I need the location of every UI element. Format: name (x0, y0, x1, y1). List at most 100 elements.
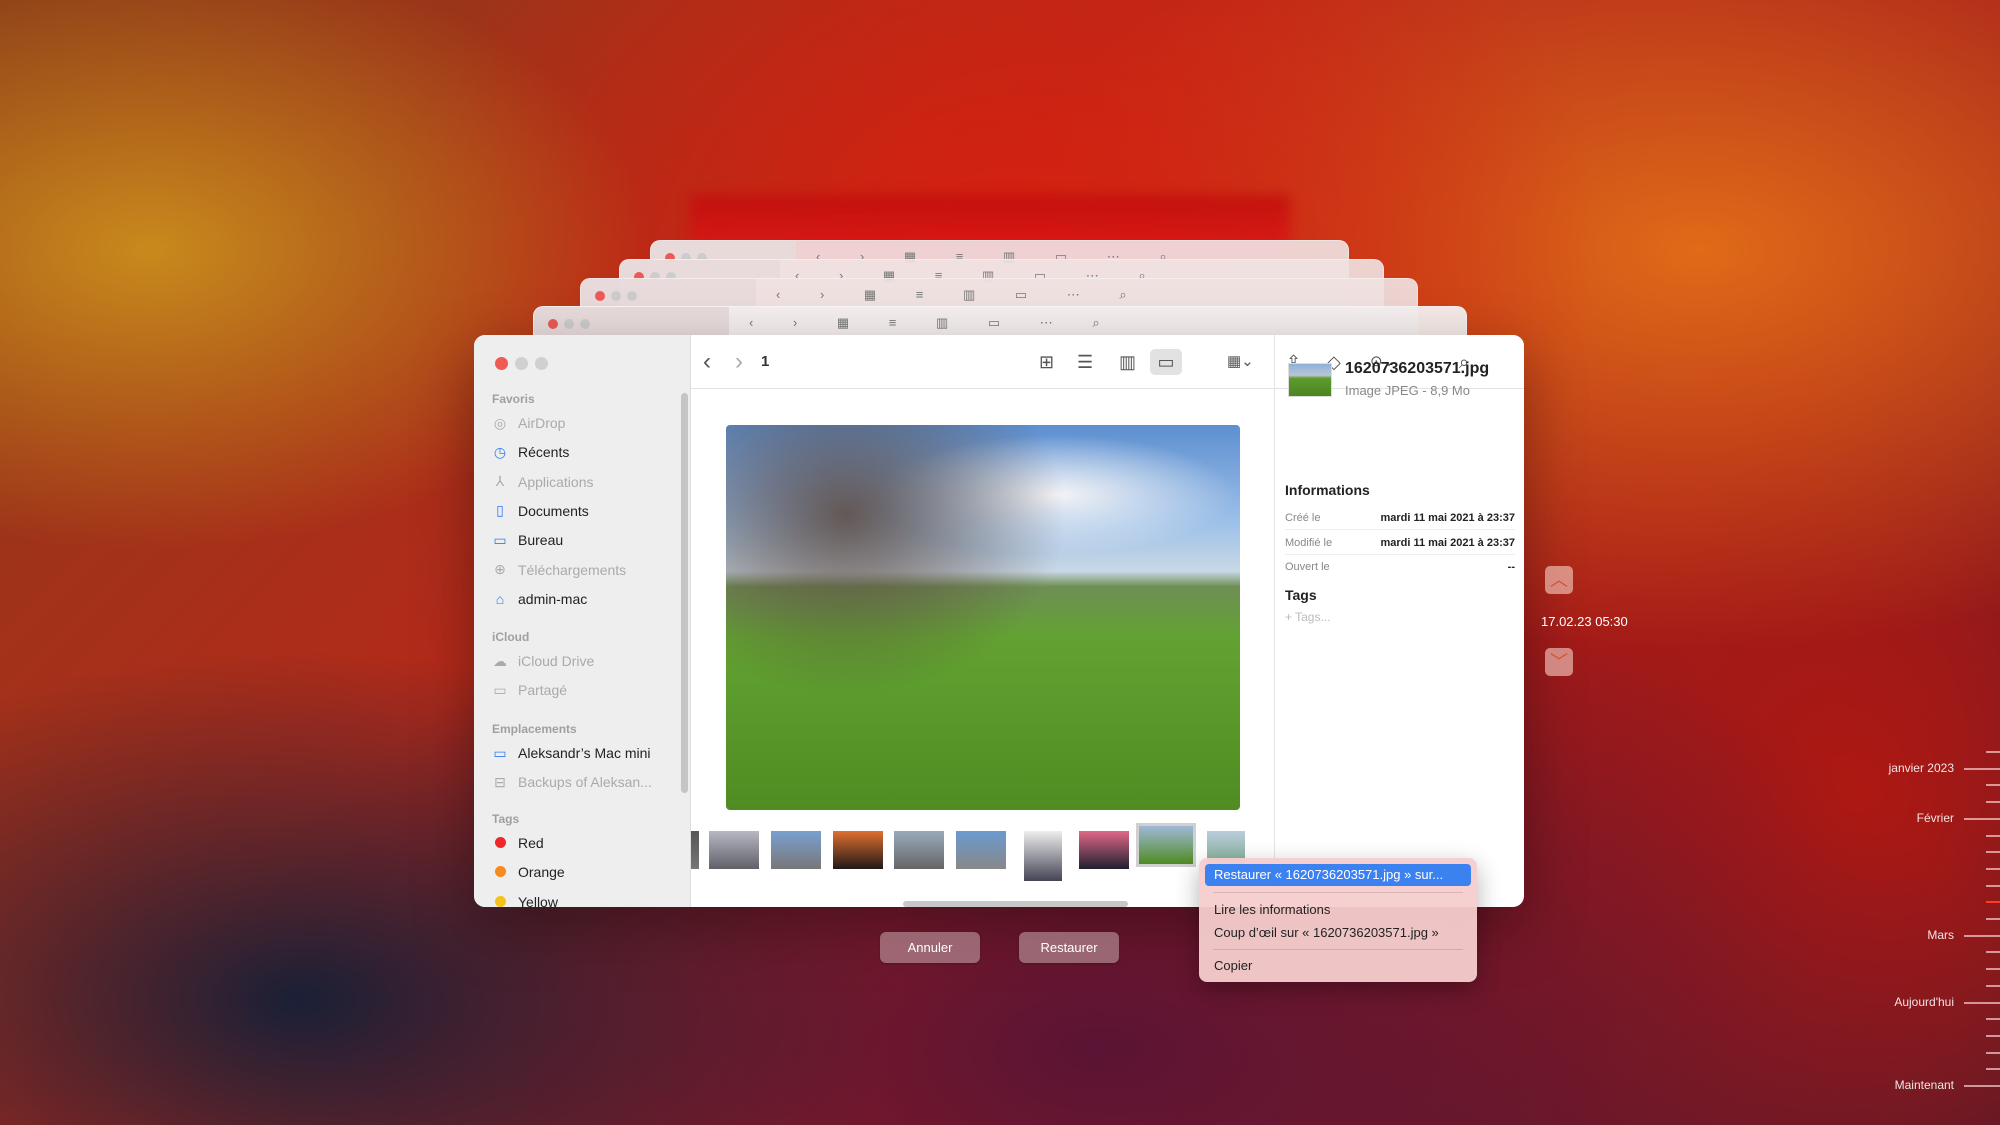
column-view-icon[interactable]: ▥ (1119, 349, 1136, 375)
sidebar-item-red[interactable]: Red (492, 831, 544, 855)
sidebar-item-r-cents[interactable]: ◷ Récents (492, 440, 569, 464)
document-icon: ▯ (496, 502, 504, 519)
menu-item-restore[interactable]: Restaurer « 1620736203571.jpg » sur... (1205, 864, 1471, 886)
timeline-label[interactable]: Aujourd'hui (1894, 995, 1954, 1009)
sidebar-item-partag-[interactable]: ▭ Partagé (492, 678, 567, 702)
gallery-view-icon[interactable]: ▭ (1150, 349, 1182, 375)
sidebar-item-label: Applications (518, 473, 594, 490)
horizontal-scrollbar[interactable] (903, 901, 1128, 907)
group-icon[interactable]: ▦⌄ (1227, 349, 1254, 375)
sidebar-item-admin-mac[interactable]: ⌂ admin-mac (492, 587, 587, 611)
menu-item-copy[interactable]: Copier (1205, 955, 1471, 977)
cancel-button[interactable]: Annuler (880, 932, 980, 963)
sidebar-item-aleksandr-s-mac-mini[interactable]: ▭ Aleksandr’s Mac mini (492, 741, 651, 765)
minimize-button[interactable] (515, 357, 528, 370)
thumbnail[interactable] (894, 831, 944, 869)
thumbnail[interactable] (956, 831, 1006, 869)
sidebar-scrollbar[interactable] (681, 393, 688, 793)
thumbnail[interactable] (833, 831, 883, 869)
timeline-tick[interactable] (1986, 1051, 2000, 1054)
timeline-label[interactable]: Février (1917, 811, 1954, 825)
chevron-down-icon[interactable]: ﹀ (1545, 648, 1573, 676)
timeline-tick[interactable] (1986, 968, 2000, 971)
thumbnail-strip (691, 823, 1274, 885)
timeline-tick[interactable] (1986, 951, 2000, 954)
add-tags-field[interactable]: + Tags... (1285, 610, 1330, 624)
sidebar-item-icloud-drive[interactable]: ☁ iCloud Drive (492, 649, 594, 673)
sidebar-item-label: AirDrop (518, 415, 566, 431)
zoom-button[interactable] (535, 357, 548, 370)
finder-window: Favoris ◎ AirDrop ◷ Récents ⅄ Applications ▯ Doc… (474, 335, 1524, 907)
sidebar-item-yellow[interactable]: Yellow (492, 890, 558, 907)
home-icon: ⌂ (495, 590, 505, 607)
timeline-tick[interactable] (1986, 867, 2000, 870)
sidebar-item-documents[interactable]: ▯ Documents (492, 499, 589, 523)
timeline-tick[interactable] (1986, 984, 2000, 987)
sidebar-item-label: iCloud Drive (518, 653, 595, 669)
timeline-tick[interactable] (1986, 784, 2000, 787)
menu-item-get-info[interactable]: Lire les informations (1205, 899, 1471, 921)
sidebar-item-backups-of-aleksan-[interactable]: ⊟ Backups of Aleksan... (492, 770, 652, 794)
timeline-tick[interactable] (1986, 751, 2000, 753)
chevron-up-icon[interactable]: ︿ (1545, 566, 1573, 594)
restore-button[interactable]: Restaurer (1019, 932, 1119, 963)
shared-folder-icon: ▭ (493, 681, 507, 698)
timeline-tick[interactable] (1986, 918, 2000, 920)
menu-separator (1213, 892, 1463, 893)
close-button[interactable] (495, 357, 508, 370)
timeline-tick[interactable] (1986, 884, 2000, 887)
sidebar-item-label: Backups of Aleksan... (518, 774, 652, 791)
back-button[interactable]: ‹ (703, 349, 711, 375)
timeline-label[interactable]: Maintenant (1895, 1078, 1954, 1092)
sidebar-item-label: Documents (518, 502, 589, 519)
context-menu: Restaurer « 1620736203571.jpg » sur... L… (1199, 858, 1477, 982)
sidebar-item-orange[interactable]: Orange (492, 860, 565, 884)
sidebar-item-t-l-chargements[interactable]: ⊕ Téléchargements (492, 558, 626, 582)
info-label: Ouvert le (1285, 561, 1330, 573)
timeline-tick[interactable] (1986, 801, 2000, 804)
sidebar-item-label: Orange (518, 864, 565, 881)
sidebar-item-label: admin-mac (518, 590, 588, 607)
tag-color-icon (492, 894, 508, 907)
timeline-tick[interactable] (1986, 1018, 2000, 1021)
sidebar-item-bureau[interactable]: ▭ Bureau (492, 528, 563, 552)
timeline[interactable]: janvier 2023 Février Mars Aujourd'hui Mainte… (1850, 0, 2000, 1125)
sidebar-item-label: Aleksandr’s Mac mini (518, 745, 651, 761)
forward-button[interactable]: › (735, 349, 743, 375)
file-thumbnail (1288, 363, 1332, 397)
timeline-tick[interactable] (1964, 1085, 2000, 1087)
list-view-icon[interactable]: ☰ (1077, 349, 1093, 375)
timeline-tick[interactable] (1964, 1001, 2000, 1004)
thumbnail[interactable] (691, 831, 699, 869)
file-kind: Image JPEG - 8,9 Mo (1345, 383, 1470, 398)
snapshot-date: 17.02.23 05:30 (1541, 614, 1628, 629)
timeline-tick[interactable] (1986, 834, 2000, 837)
timeline-label[interactable]: Mars (1927, 928, 1954, 942)
info-heading: Informations (1285, 482, 1370, 498)
timeline-label[interactable]: janvier 2023 (1889, 761, 1954, 775)
menu-item-quick-look[interactable]: Coup d’œil sur « 1620736203571.jpg » (1205, 922, 1471, 944)
timeline-tick[interactable] (1986, 1068, 2000, 1071)
sidebar-item-label: Red (518, 835, 544, 851)
thumbnail[interactable] (709, 831, 759, 869)
clock-icon: ◷ (493, 443, 507, 460)
thumbnail[interactable] (771, 831, 821, 869)
sidebar-item-applications[interactable]: ⅄ Applications (492, 470, 594, 494)
info-panel: 1620736203571.jpg Image JPEG - 8,9 Mo In… (1274, 335, 1524, 907)
image-preview[interactable] (726, 425, 1240, 810)
timeline-tick[interactable] (1986, 1034, 2000, 1037)
timeline-tick[interactable] (1964, 767, 2000, 770)
thumbnail[interactable] (1136, 823, 1196, 867)
timeline-tick[interactable] (1964, 817, 2000, 820)
snapshot-toolbar: ‹ › ▦ ≡ ▥ ▭ ⋯ ⌕ (749, 315, 1118, 330)
sidebar-item-label: Partagé (518, 682, 568, 699)
sidebar-item-airdrop[interactable]: ◎ AirDrop (492, 411, 566, 435)
thumbnail[interactable] (1024, 831, 1062, 881)
timeline-tick[interactable] (1964, 934, 2000, 937)
timeline-tick[interactable] (1986, 901, 2000, 904)
info-value: -- (1507, 561, 1515, 573)
timeline-tick[interactable] (1986, 851, 2000, 854)
thumbnail[interactable] (1079, 831, 1129, 869)
applications-icon: ⅄ (495, 473, 505, 490)
icon-view-icon[interactable]: ⊞ (1039, 349, 1054, 375)
